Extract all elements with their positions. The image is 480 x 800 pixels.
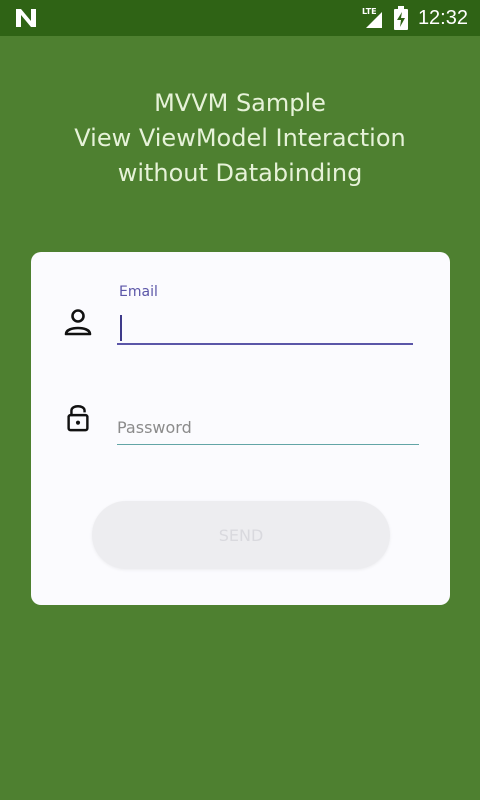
email-field[interactable]	[117, 307, 413, 345]
app-title: MVVM Sample View ViewModel Interaction w…	[0, 86, 480, 191]
text-cursor	[120, 315, 122, 341]
signal-icon	[365, 12, 382, 28]
title-line-3: without Databinding	[117, 159, 363, 187]
battery-charging-icon	[393, 6, 408, 30]
login-card: Email SEND	[31, 252, 450, 605]
send-button[interactable]: SEND	[92, 501, 390, 569]
password-field[interactable]	[117, 410, 419, 445]
email-label: Email	[119, 284, 158, 300]
title-line-1: MVVM Sample	[154, 89, 326, 117]
status-bar: LTE 12:32	[0, 0, 480, 36]
status-icons: LTE 12:32	[362, 0, 468, 36]
notification-n-icon	[16, 9, 36, 27]
person-icon	[64, 309, 92, 336]
signal-indicator: LTE	[362, 7, 384, 29]
lock-icon	[67, 405, 89, 432]
status-time: 12:32	[417, 6, 468, 29]
title-line-2: View ViewModel Interaction	[74, 124, 406, 152]
